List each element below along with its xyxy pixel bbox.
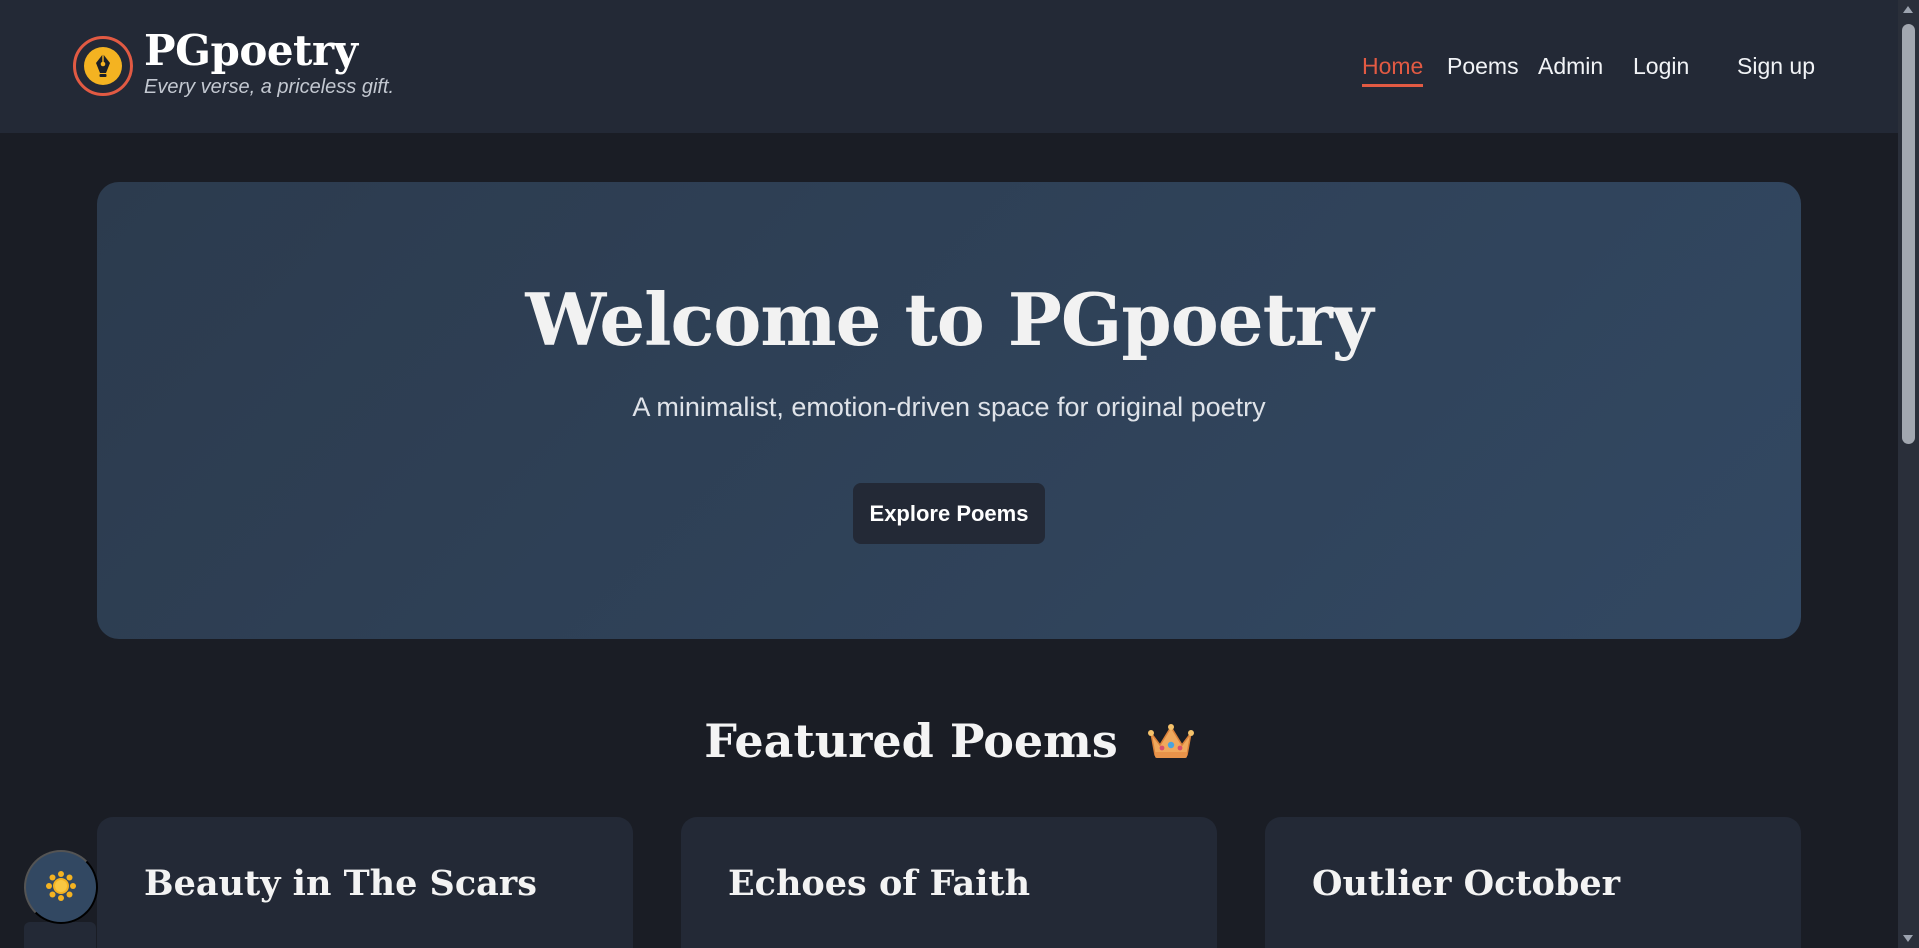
site-header: PGpoetry Every verse, a priceless gift. … (0, 0, 1898, 133)
featured-title: Featured Poems (704, 714, 1118, 768)
theme-toggle-button[interactable] (24, 850, 98, 924)
hero-section: Welcome to PGpoetry A minimalist, emotio… (97, 182, 1801, 639)
hero-title: Welcome to PGpoetry (525, 277, 1373, 362)
poem-card[interactable]: Beauty in The Scars (97, 817, 633, 948)
featured-heading: Featured Poems (0, 714, 1898, 772)
nav-login[interactable]: Login (1633, 52, 1689, 80)
crown-icon (1147, 718, 1194, 772)
hero-subtitle: A minimalist, emotion-driven space for o… (632, 392, 1266, 422)
nav-home[interactable]: Home (1362, 52, 1424, 87)
scrollbar-thumb[interactable] (1902, 24, 1915, 444)
poem-card-title[interactable]: Echoes of Faith (728, 863, 1030, 904)
poem-card[interactable]: Outlier October (1265, 817, 1801, 948)
poem-card[interactable]: Echoes of Faith (681, 817, 1217, 948)
scroll-down-icon[interactable] (1903, 935, 1913, 942)
nav-signup[interactable]: Sign up (1737, 52, 1815, 80)
poem-card-title[interactable]: Outlier October (1312, 863, 1620, 904)
scroll-up-icon[interactable] (1903, 6, 1913, 13)
nav-admin[interactable]: Admin (1538, 52, 1603, 80)
main-nav: Home Poems Admin Login Sign up (0, 52, 1898, 92)
toggle-tab (24, 922, 96, 948)
poem-card-title[interactable]: Beauty in The Scars (144, 863, 537, 904)
scrollbar[interactable] (1898, 0, 1919, 948)
sun-icon (45, 870, 77, 905)
nav-poems[interactable]: Poems (1447, 52, 1519, 80)
explore-poems-button[interactable]: Explore Poems (853, 483, 1045, 544)
